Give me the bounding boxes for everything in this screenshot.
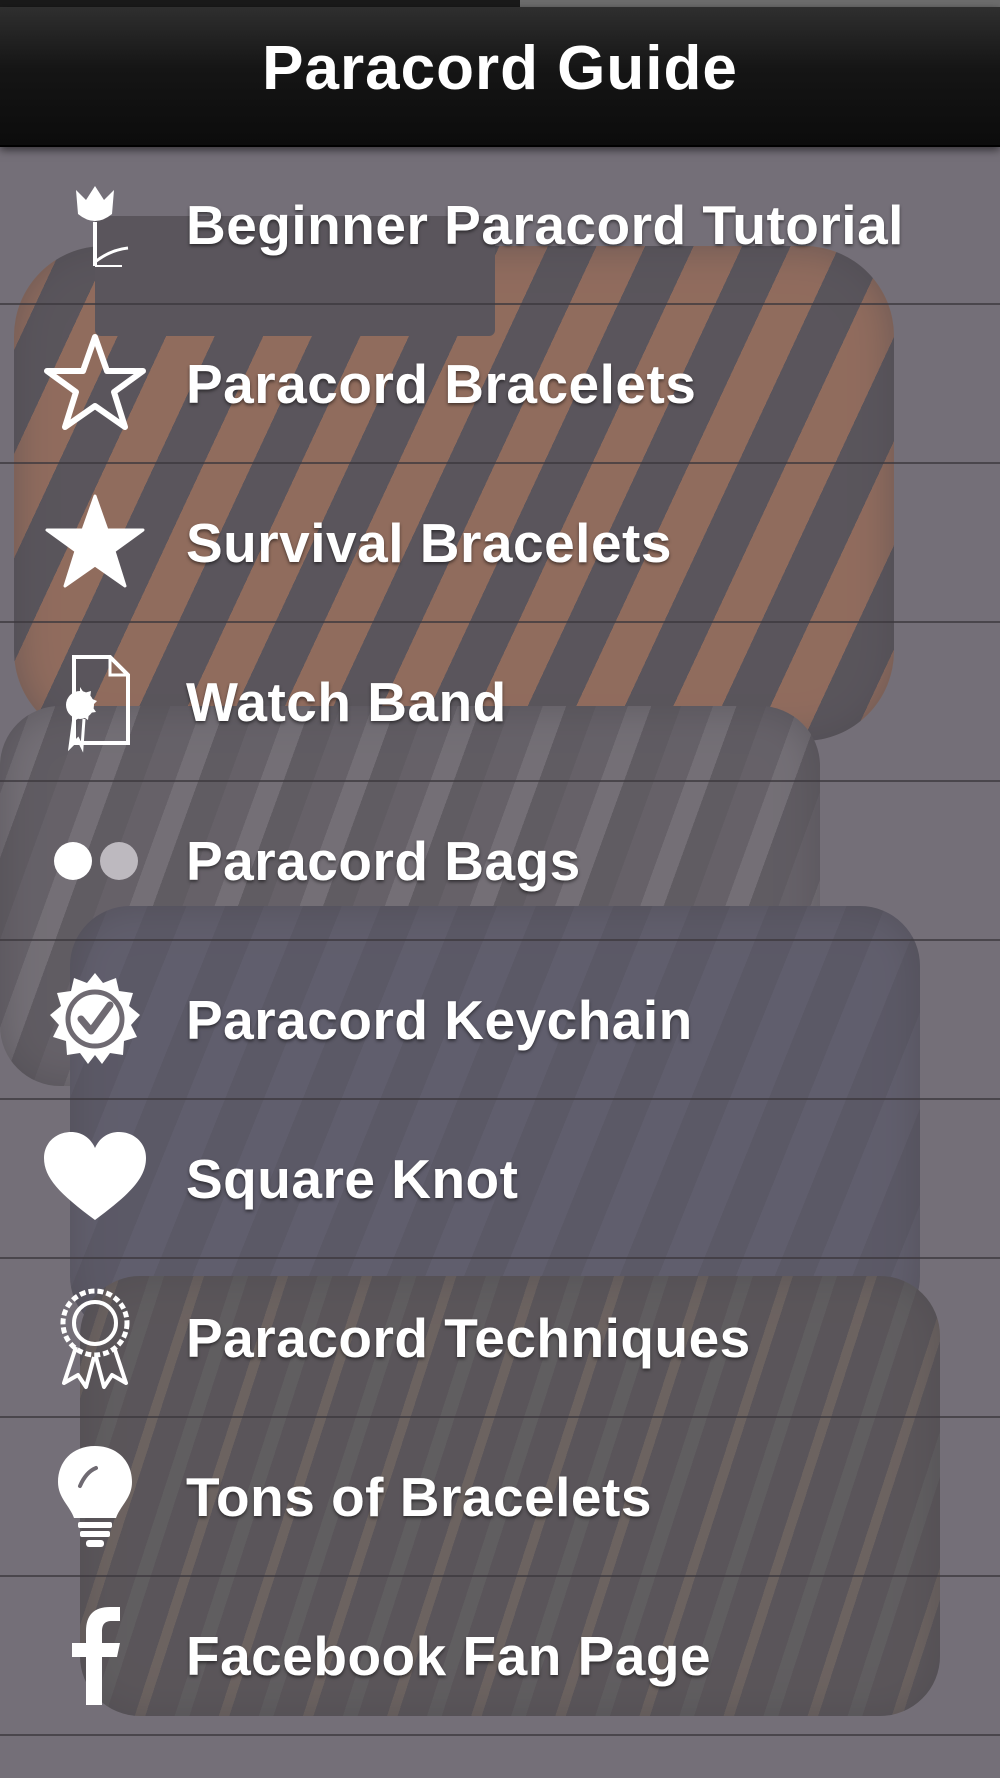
menu-item-paracord-keychain[interactable]: Paracord Keychain <box>0 941 1000 1100</box>
menu-item-paracord-techniques[interactable]: Paracord Techniques <box>0 1259 1000 1418</box>
menu-item-paracord-bags[interactable]: Paracord Bags <box>0 782 1000 941</box>
menu-item-label: Beginner Paracord Tutorial <box>186 193 904 256</box>
menu-item-label: Paracord Bags <box>186 829 581 892</box>
menu-list: Beginner Paracord Tutorial Paracord Brac… <box>0 146 1000 1736</box>
menu-item-facebook-fan-page[interactable]: Facebook Fan Page <box>0 1577 1000 1736</box>
status-bar <box>0 0 1000 7</box>
menu-item-label: Paracord Bracelets <box>186 352 697 415</box>
menu-item-label: Paracord Keychain <box>186 988 693 1051</box>
menu-item-label: Tons of Bracelets <box>186 1465 652 1528</box>
star-outline-icon <box>40 329 150 439</box>
menu-item-label: Survival Bracelets <box>186 511 672 574</box>
menu-item-watch-band[interactable]: Watch Band <box>0 623 1000 782</box>
star-filled-icon <box>40 488 150 598</box>
navigation-bar: Paracord Guide <box>0 7 1000 147</box>
menu-item-label: Watch Band <box>186 670 507 733</box>
certificate-document-icon <box>40 647 150 757</box>
menu-item-survival-bracelets[interactable]: Survival Bracelets <box>0 464 1000 623</box>
menu-item-label: Square Knot <box>186 1147 519 1210</box>
menu-item-square-knot[interactable]: Square Knot <box>0 1100 1000 1259</box>
menu-item-beginner-tutorial[interactable]: Beginner Paracord Tutorial <box>0 146 1000 305</box>
page-title: Paracord Guide <box>262 34 738 103</box>
lightbulb-icon <box>40 1442 150 1552</box>
heart-icon <box>40 1124 150 1234</box>
menu-item-paracord-bracelets[interactable]: Paracord Bracelets <box>0 305 1000 464</box>
menu-item-label: Facebook Fan Page <box>186 1624 712 1687</box>
flower-icon <box>40 170 150 280</box>
award-ribbon-icon <box>40 1283 150 1393</box>
facebook-icon <box>40 1601 150 1711</box>
menu-item-label: Paracord Techniques <box>186 1306 751 1369</box>
badge-check-icon <box>40 965 150 1075</box>
menu-item-tons-of-bracelets[interactable]: Tons of Bracelets <box>0 1418 1000 1577</box>
two-dots-icon <box>40 806 150 916</box>
